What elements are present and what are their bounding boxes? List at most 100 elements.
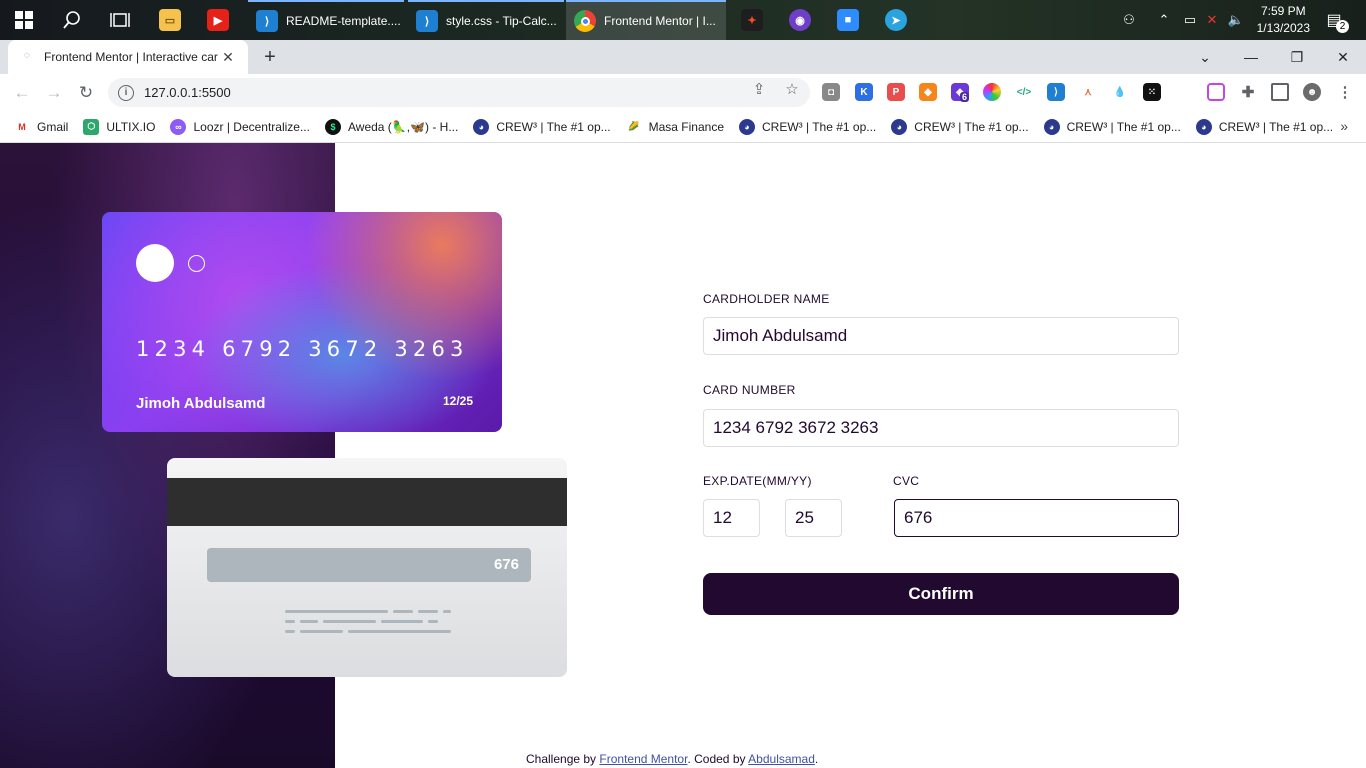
address-bar[interactable]: i 127.0.0.1:5500 (108, 78, 810, 107)
bookmark-crew3[interactable]: ◕ CREW³ | The #1 op... (891, 118, 1029, 135)
bookmark-star-icon[interactable]: ☆ (783, 80, 801, 98)
bookmark-masa[interactable]: 🌽 Masa Finance (625, 118, 724, 135)
code-extension-icon[interactable]: </> (1015, 83, 1033, 101)
k-extension-icon[interactable]: K (855, 83, 873, 101)
bookmark-aweda[interactable]: $ Aweda (🦜,🦋) - H... (324, 118, 459, 135)
more-menu-icon[interactable]: ⋮ (1336, 83, 1354, 101)
vscode-extension-icon[interactable]: ⟩ (1047, 83, 1065, 101)
more-bookmarks-icon[interactable]: » (1340, 118, 1348, 134)
volume-icon[interactable]: 🔈 (1226, 0, 1246, 40)
tab-search-icon[interactable]: ⌄ (1182, 40, 1228, 74)
folder-icon: ▭ (159, 9, 181, 31)
crew3-icon: ◕ (891, 118, 908, 135)
bookmark-crew3[interactable]: ◕ CREW³ | The #1 op... (1195, 118, 1333, 135)
profile-avatar[interactable]: ☻ (1303, 83, 1321, 101)
browser-tab-strip: ◌ Frontend Mentor | Interactive car ✕ + (0, 40, 1366, 74)
zoom-button[interactable]: ■ (826, 0, 870, 40)
telegram-button[interactable]: ➤ (874, 0, 918, 40)
telegram-icon: ➤ (885, 9, 907, 31)
zoom-icon: ■ (837, 9, 859, 31)
github-icon: ◉ (789, 9, 811, 31)
start-button[interactable] (0, 0, 48, 40)
figma-icon: ✦ (741, 9, 763, 31)
card-logo-circle-large (136, 244, 174, 282)
share-icon[interactable]: ⇪ (750, 80, 768, 98)
bookmark-crew3[interactable]: ◕ CREW³ | The #1 op... (473, 118, 611, 135)
file-explorer-button[interactable]: ▭ (148, 0, 192, 40)
color-picker-extension-icon[interactable] (983, 83, 1001, 101)
people-icon[interactable]: ⚇ (1116, 0, 1142, 40)
dice-extension-icon[interactable]: ⁙ (1143, 83, 1161, 101)
confirm-button[interactable]: Confirm (703, 573, 1179, 615)
bookmark-label: CREW³ | The #1 op... (1066, 119, 1181, 134)
search-icon (63, 11, 80, 29)
page-content: 1234 6792 3672 3263 Jimoh Abdulsamd 12/2… (0, 143, 1366, 768)
reload-button[interactable]: ↻ (74, 81, 98, 105)
card-number-input[interactable]: 1234 6792 3672 3263 (703, 409, 1179, 447)
bookmark-label: CREW³ | The #1 op... (496, 119, 611, 134)
bookmarks-bar: M Gmail ⬡ ULTIX.IO ∞ Loozr | Decentralize..… (0, 111, 1366, 143)
crew3-icon: ◕ (739, 118, 755, 135)
close-tab-icon[interactable]: ✕ (220, 49, 236, 66)
bookmark-loozr[interactable]: ∞ Loozr | Decentralize... (170, 118, 310, 135)
cardholder-name-input[interactable]: Jimoh Abdulsamd (703, 317, 1179, 355)
youtube-button[interactable]: ▶ (196, 0, 240, 40)
magnetic-stripe (167, 478, 567, 526)
bookmark-crew3[interactable]: ◕ CREW³ | The #1 op... (739, 118, 876, 135)
github-desktop-button[interactable]: ◉ (778, 0, 822, 40)
notifications-button[interactable]: ▤ 2 (1322, 0, 1349, 40)
taskbar-clock[interactable]: 7:59 PM 1/13/2023 (1257, 3, 1310, 37)
chevron-up-icon[interactable]: ⌃ (1152, 0, 1176, 40)
input-value: 25 (795, 508, 814, 527)
p-extension-icon[interactable]: P (887, 83, 905, 101)
card-number-display: 1234 6792 3672 3263 (136, 337, 469, 361)
card-back: 676 (167, 458, 567, 677)
bookmark-label: Masa Finance (648, 119, 724, 134)
back-button[interactable]: ← (10, 81, 34, 105)
bookmark-crew3[interactable]: ◕ CREW³ | The #1 op... (1043, 118, 1181, 135)
footer-suffix: . (814, 752, 819, 766)
drop-extension-icon[interactable]: 💧 (1111, 83, 1129, 101)
frontend-mentor-link[interactable]: Frontend Mentor (599, 752, 687, 766)
crew3-icon: ◕ (473, 118, 490, 135)
browser-tab-active[interactable]: ◌ Frontend Mentor | Interactive car ✕ (8, 40, 248, 74)
close-window-button[interactable]: ✕ (1320, 40, 1366, 74)
bookmark-ultix[interactable]: ⬡ ULTIX.IO (83, 118, 155, 135)
taskbar-app-chrome[interactable]: Frontend Mentor | I... (566, 0, 726, 40)
taskbar-app-label: style.css - Tip-Calc... (446, 14, 557, 28)
bookmark-label: Loozr | Decentralize... (193, 119, 310, 134)
taskbar-app-vscode-style[interactable]: ⟩ style.css - Tip-Calc... (408, 0, 564, 40)
site-info-icon[interactable]: i (118, 84, 134, 101)
input-value: 1234 6792 3672 3263 (713, 418, 879, 437)
bookmark-label: Aweda (🦜,🦋) - H... (347, 119, 459, 134)
crew3-icon: ◕ (1195, 118, 1212, 135)
attribution-footer: Challenge by Frontend Mentor. Coded by A… (526, 752, 818, 766)
exp-year-input[interactable]: 25 (785, 499, 842, 537)
restore-button[interactable]: ❐ (1274, 40, 1320, 74)
taskbar-app-vscode-readme[interactable]: ⟩ README-template.... (248, 0, 404, 40)
window-extension-icon[interactable] (1207, 83, 1225, 101)
author-link[interactable]: Abdulsamad (748, 752, 815, 766)
search-button[interactable] (48, 0, 96, 40)
metamask-icon[interactable]: ◆ (919, 83, 937, 101)
minimize-button[interactable]: — (1228, 40, 1274, 74)
battery-icon[interactable]: ▭ (1180, 0, 1200, 40)
browser-toolbar: ← → ↻ i 127.0.0.1:5500 ⇪ ☆ ◘ K P ◆ ◈ 6 <… (0, 74, 1366, 111)
extensions-puzzle-icon[interactable]: ✚ (1239, 83, 1257, 101)
new-tab-button[interactable]: + (258, 46, 282, 70)
loading-icon: ◌ (24, 50, 30, 61)
figma-button[interactable]: ✦ (730, 0, 774, 40)
task-view-button[interactable] (96, 0, 144, 40)
side-panel-icon[interactable] (1271, 83, 1289, 101)
exp-date-label: EXP.DATE(MM/YY) (703, 474, 812, 488)
arrow-extension-icon[interactable]: ⋏ (1079, 83, 1097, 101)
card-back-decoration (285, 620, 295, 623)
exp-month-input[interactable]: 12 (703, 499, 760, 537)
crew3-extension-icon[interactable]: ◈ 6 (951, 83, 970, 102)
screenshot-extension-icon[interactable]: ◘ (822, 83, 840, 101)
card-back-decoration (323, 620, 376, 623)
network-icon[interactable]: ✕ (1202, 0, 1222, 40)
forward-button[interactable]: → (42, 81, 66, 105)
bookmark-gmail[interactable]: M Gmail (14, 118, 68, 135)
cvc-input[interactable]: 676 (894, 499, 1179, 537)
